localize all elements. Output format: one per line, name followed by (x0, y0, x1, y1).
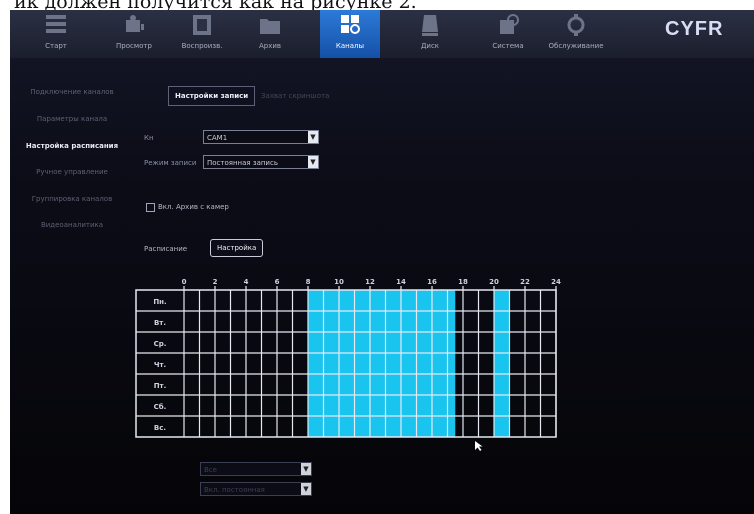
schedule-day-label: Пт. (154, 382, 167, 390)
schedule-hour-tick: 0 (182, 278, 187, 286)
schedule-day-label: Ср. (154, 340, 167, 348)
schedule-day-label: Вт. (154, 319, 166, 327)
schedule-active-range-0[interactable] (308, 290, 456, 437)
mouse-cursor-icon (475, 441, 483, 451)
schedule-hour-tick: 8 (306, 278, 311, 286)
schedule-day-label: Чт. (154, 361, 166, 369)
schedule-hour-tick: 2 (213, 278, 218, 286)
chevron-down-icon: ▼ (301, 463, 311, 475)
schedule-hour-tick: 18 (458, 278, 468, 286)
schedule-day-label: Пн. (153, 298, 166, 306)
schedule-hour-tick: 14 (396, 278, 406, 286)
schedule-day-label: Сб. (154, 403, 167, 411)
copy-value: Все (204, 466, 217, 474)
apply-value: Вкл. постоянная (204, 486, 265, 494)
schedule-day-label: Вс. (154, 424, 166, 432)
schedule-active-range-1[interactable] (494, 290, 510, 437)
schedule-hour-tick: 12 (365, 278, 375, 286)
schedule-hour-tick: 6 (275, 278, 280, 286)
schedule-grid[interactable]: 0 2 4 6 8 10 12 14 16 18 20 22 24Пн.Вт.Ср.Чт.Пт.Сб.В… (10, 10, 754, 514)
schedule-hour-tick: 16 (427, 278, 437, 286)
chevron-down-icon: ▼ (301, 483, 311, 495)
schedule-hour-tick: 10 (334, 278, 344, 286)
apply-select[interactable]: Вкл. постоянная ▼ (200, 482, 312, 496)
dvr-screen: Старт Просмотр Воспроизв. Архив Каналы Д… (10, 10, 754, 514)
copy-select[interactable]: Все ▼ (200, 462, 312, 476)
schedule-hour-tick: 4 (244, 278, 249, 286)
schedule-hour-tick: 22 (520, 278, 530, 286)
schedule-hour-tick: 24 (551, 278, 561, 286)
schedule-hour-tick: 20 (489, 278, 499, 286)
